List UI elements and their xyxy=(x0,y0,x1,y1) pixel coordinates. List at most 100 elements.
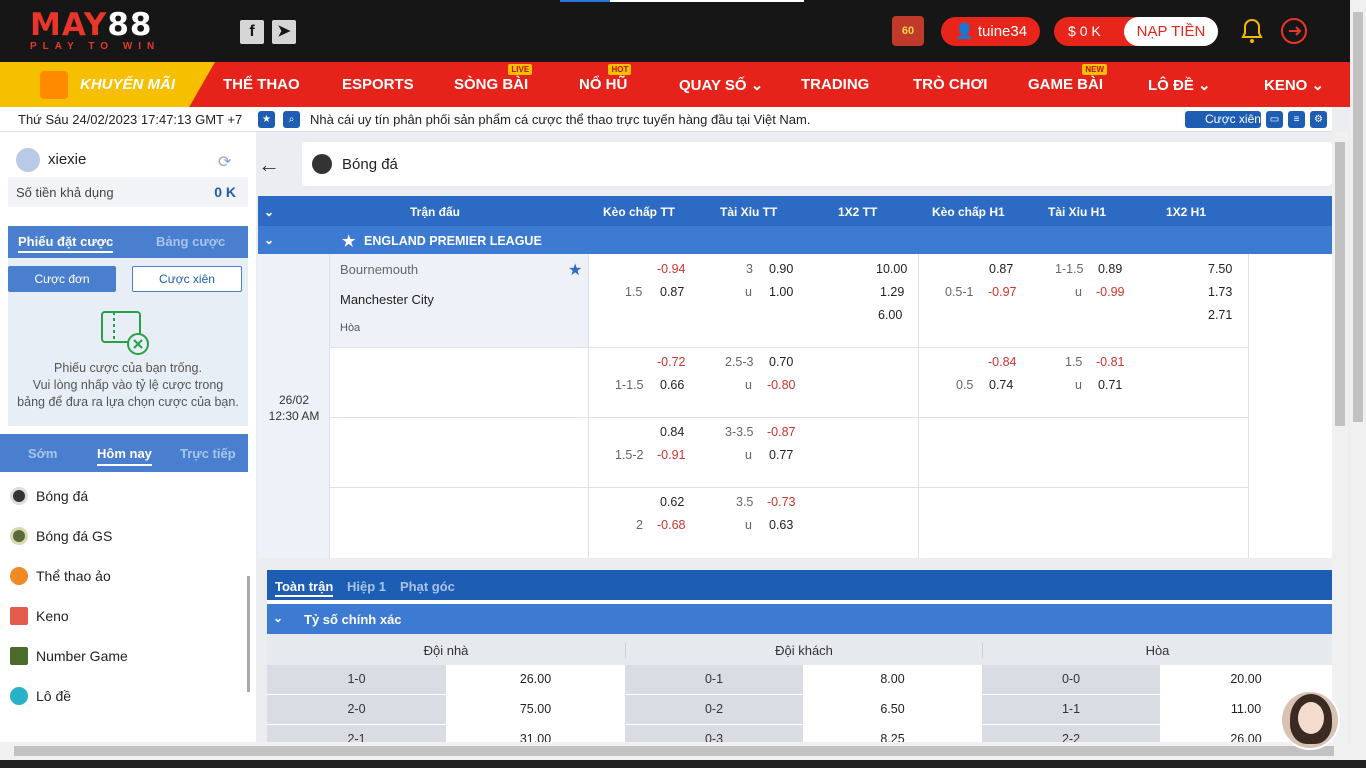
odd-over[interactable]: -0.73 xyxy=(767,495,796,509)
odd-over[interactable]: -0.87 xyxy=(767,425,796,439)
odd-over[interactable]: 0.70 xyxy=(769,355,793,369)
odd-h1-1x2-home[interactable]: 7.50 xyxy=(1208,262,1232,276)
nav-casino[interactable]: SÒNG BÀI LIVE xyxy=(454,64,533,93)
deposit-button[interactable]: NẠP TIỀN xyxy=(1124,17,1218,46)
league-row[interactable]: ⌄ ★ ENGLAND PREMIER LEAGUE xyxy=(258,226,1332,254)
support-chat-avatar[interactable] xyxy=(1280,690,1340,750)
chat-icon[interactable]: ▭ xyxy=(1266,111,1283,128)
page-scrollbar[interactable] xyxy=(1350,0,1366,768)
favorite-star-icon[interactable]: ★ xyxy=(568,260,582,280)
sport-item-lode[interactable]: Lô đề xyxy=(8,676,238,716)
odd-1x2-away[interactable]: 1.29 xyxy=(880,285,904,299)
odd-h1-hcp-away[interactable]: 0.74 xyxy=(989,378,1013,392)
tab-corners[interactable]: Phạt góc xyxy=(400,579,455,594)
promo-badge-icon[interactable]: 60 xyxy=(892,16,924,46)
parlay-bet-button[interactable]: Cược xiên xyxy=(132,266,242,292)
tab-full-time[interactable]: Toàn trận xyxy=(275,579,334,597)
collapse-icon[interactable]: ⌄ xyxy=(273,611,283,625)
tab-bet-slip[interactable]: Phiếu đặt cược xyxy=(18,234,114,253)
odd-h1-1x2-away[interactable]: 1.73 xyxy=(1208,285,1232,299)
odd-under[interactable]: -0.80 xyxy=(767,378,796,392)
tab-bet-list[interactable]: Bảng cược xyxy=(156,234,225,249)
nav-trading[interactable]: TRADING xyxy=(801,76,869,93)
odd-1x2-draw[interactable]: 6.00 xyxy=(878,308,902,322)
bell-icon[interactable] xyxy=(1240,18,1264,44)
odd-hcp-away[interactable]: 0.87 xyxy=(660,285,684,299)
nav-promotions[interactable]: KHUYẾN MÃI xyxy=(0,62,215,107)
correct-score-header[interactable]: ⌄ Tỷ số chính xác xyxy=(267,604,1332,634)
current-datetime: Thứ Sáu 24/02/2023 17:47:13 GMT +7 xyxy=(18,112,243,127)
sport-item-football[interactable]: Bóng đá xyxy=(8,476,238,516)
tab-early[interactable]: Sớm xyxy=(28,446,57,461)
odd-hcp-home[interactable]: 0.62 xyxy=(660,495,684,509)
odd-h1-hcp-home[interactable]: 0.87 xyxy=(989,262,1013,276)
horizontal-scrollbar[interactable] xyxy=(0,742,1350,760)
odd-over[interactable]: 0.90 xyxy=(769,262,793,276)
odd-h1-under[interactable]: -0.99 xyxy=(1096,285,1125,299)
odd-h1-hcp-away[interactable]: -0.97 xyxy=(988,285,1017,299)
odd-h1-over[interactable]: 0.89 xyxy=(1098,262,1122,276)
balance-box: $ 0 K NẠP TIỀN xyxy=(1054,17,1218,46)
collapse-league-icon[interactable]: ⌄ xyxy=(264,233,274,247)
live-tag: LIVE xyxy=(508,64,533,75)
odd-hcp-home[interactable]: -0.94 xyxy=(657,262,686,276)
user-account-button[interactable]: 👤 tuine34 xyxy=(941,17,1040,46)
odd-hcp-away[interactable]: -0.91 xyxy=(657,448,686,462)
tab-today[interactable]: Hôm nay xyxy=(97,446,152,466)
left-panel: xiexie ⟳ Số tiền khả dụng 0 K Phiếu đặt … xyxy=(0,132,256,742)
sports-menu-scrollbar[interactable] xyxy=(247,576,250,692)
refresh-icon[interactable]: ⟳ xyxy=(218,152,236,171)
nav-lode[interactable]: LÔ ĐỀ ⌄ xyxy=(1148,76,1211,94)
odd-hcp-home[interactable]: 0.84 xyxy=(660,425,684,439)
may88-logo[interactable]: MAY88 PLAY TO WIN xyxy=(30,10,175,54)
tab-live[interactable]: Trực tiếp xyxy=(180,446,236,461)
odd-under[interactable]: 0.63 xyxy=(769,518,793,532)
sport-item-virtual[interactable]: Thể thao ảo xyxy=(8,556,238,596)
document-icon[interactable]: ≡ xyxy=(1288,111,1305,128)
favorite-league-star-icon[interactable]: ★ xyxy=(342,232,355,250)
nav-slots[interactable]: NỔ HŨ HOT xyxy=(579,64,632,93)
sport-item-football-gs[interactable]: Bóng đá GS xyxy=(8,516,238,556)
nav-card-games[interactable]: GAME BÀI NEW xyxy=(1028,64,1107,93)
logout-icon[interactable] xyxy=(1280,17,1308,45)
tab-first-half[interactable]: Hiệp 1 xyxy=(347,579,386,594)
odd-under[interactable]: 0.77 xyxy=(769,448,793,462)
collapse-all-icon[interactable]: ⌄ xyxy=(264,205,274,219)
nav-lottery[interactable]: QUAY SỐ ⌄ xyxy=(679,76,763,94)
odd-h1-hcp-home[interactable]: -0.84 xyxy=(988,355,1017,369)
content-scrollbar[interactable] xyxy=(1332,132,1348,742)
search-icon[interactable]: ⌕ xyxy=(283,111,300,128)
bet-slip: Phiếu đặt cược Bảng cược Cược đơn Cược x… xyxy=(8,226,248,426)
odds-table-header: ⌄ Trận đấu Kèo chấp TT Tài Xỉu TT 1X2 TT… xyxy=(258,196,1332,226)
nav-sports[interactable]: THỂ THAO xyxy=(223,76,300,93)
away-team: Manchester City xyxy=(340,292,434,307)
sports-tabs: Sớm Hôm nay Trực tiếp xyxy=(0,434,248,472)
back-arrow-icon[interactable]: ← xyxy=(258,152,282,177)
announcement-text: Nhà cái uy tín phân phối sản phẩm cá cượ… xyxy=(310,112,811,127)
star-icon[interactable]: ★ xyxy=(258,111,275,128)
match-teams: Bournemouth Manchester City Hòa ★ xyxy=(330,254,588,347)
odd-hcp-away[interactable]: 0.66 xyxy=(660,378,684,392)
sport-item-number-game[interactable]: Number Game xyxy=(8,636,238,676)
sport-header: Bóng đá xyxy=(302,142,1332,186)
correct-score-columns: Đội nhà Đội khách Hòa xyxy=(267,634,1332,665)
odd-h1-under[interactable]: 0.71 xyxy=(1098,378,1122,392)
parlay-toggle-button[interactable]: Cược xiên xyxy=(1185,111,1261,128)
facebook-icon[interactable]: f xyxy=(240,20,264,44)
telegram-icon[interactable]: ➤ xyxy=(272,20,296,44)
sport-item-keno[interactable]: Keno xyxy=(8,596,238,636)
single-bet-button[interactable]: Cược đơn xyxy=(8,266,116,292)
nav-keno[interactable]: KENO ⌄ xyxy=(1264,76,1324,94)
lode-icon xyxy=(10,687,28,705)
odd-h1-over[interactable]: -0.81 xyxy=(1096,355,1125,369)
odd-under[interactable]: 1.00 xyxy=(769,285,793,299)
odd-h1-1x2-draw[interactable]: 2.71 xyxy=(1208,308,1232,322)
odd-1x2-home[interactable]: 10.00 xyxy=(876,262,907,276)
soccer-gs-icon xyxy=(10,527,28,545)
nav-esports[interactable]: ESPORTS xyxy=(342,76,414,93)
odd-hcp-away[interactable]: -0.68 xyxy=(657,518,686,532)
odd-hcp-home[interactable]: -0.72 xyxy=(657,355,686,369)
nav-games[interactable]: TRÒ CHƠI xyxy=(913,76,987,93)
gear-icon[interactable]: ⚙ xyxy=(1310,111,1327,128)
bottom-edge xyxy=(0,760,1366,768)
